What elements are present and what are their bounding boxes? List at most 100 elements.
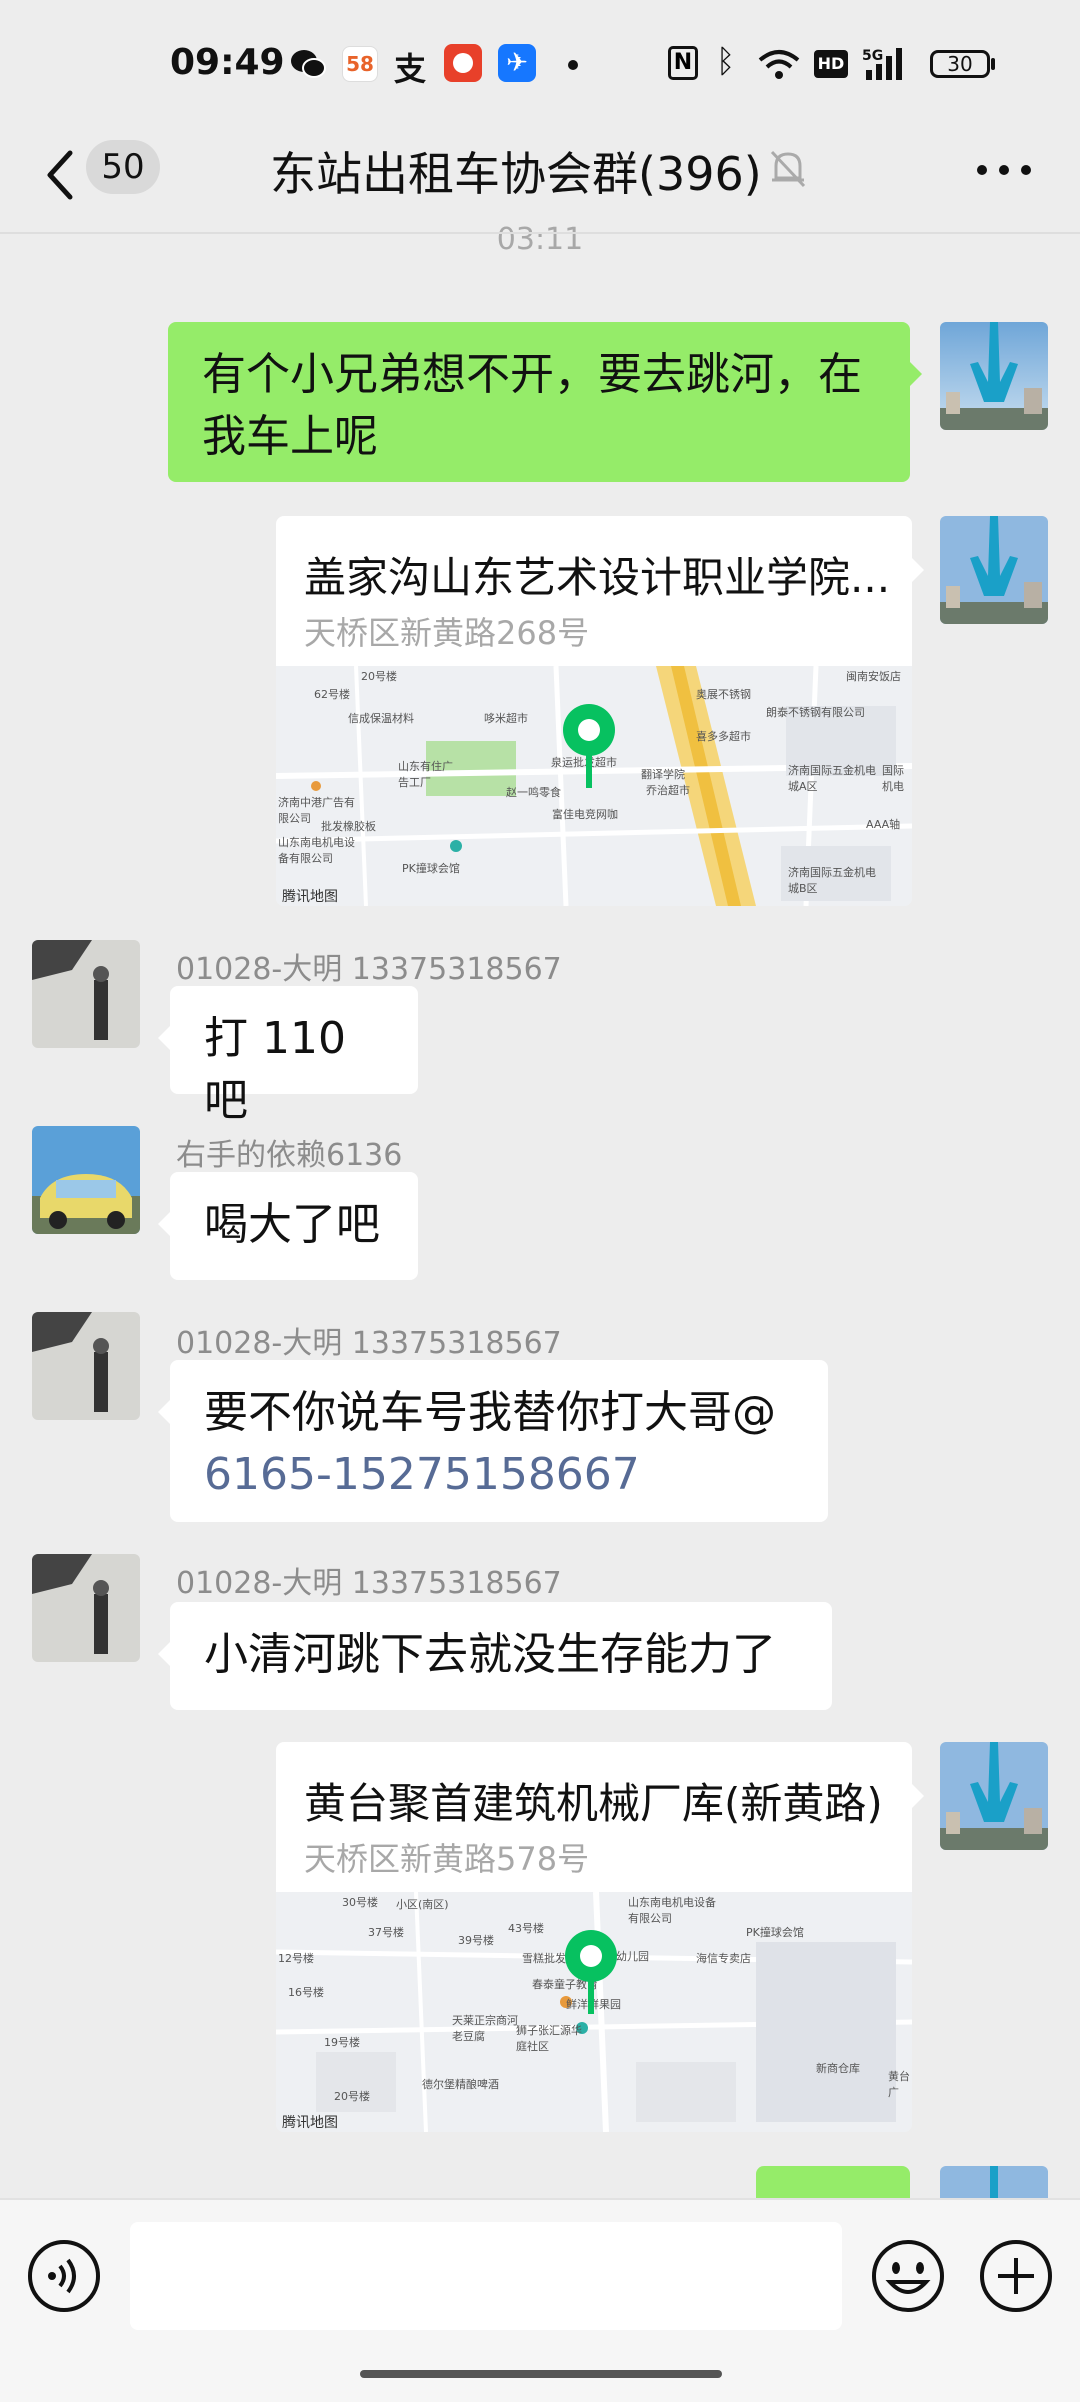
map-label: 闽南安饭店 (846, 670, 901, 683)
map-label: 16号楼 (288, 1986, 324, 1999)
bubble-tail (910, 556, 924, 584)
location-card[interactable]: 黄台聚首建筑机械厂库(新黄路) 天桥区新黄路578号 30号楼 小区(南区) 3… (276, 1742, 912, 2132)
my-avatar-partial (940, 2166, 1048, 2202)
message-text: 喝大了吧 (204, 1199, 380, 1250)
message-text-line: 要不你说车号我替你打大哥@ (204, 1387, 776, 1438)
wechat-icon (291, 50, 326, 78)
message-timestamp: 03:11 (496, 222, 584, 252)
app-red-icon (444, 44, 482, 82)
location-map[interactable]: 30号楼 小区(南区) 37号楼 39号楼 43号楼 山东南电机电设备有限公司 … (276, 1892, 912, 2132)
message-input[interactable] (130, 2222, 842, 2330)
header-divider (0, 232, 1080, 234)
map-label: 山东南电机电设备有限公司 (278, 836, 355, 865)
battery-tip (991, 58, 995, 70)
more-icon[interactable] (976, 164, 1032, 176)
mention-link[interactable]: 6165-15275158667 (204, 1444, 794, 1506)
voice-icon[interactable] (26, 2238, 102, 2314)
hd-icon: HD (814, 50, 848, 78)
emoji-icon[interactable] (870, 2238, 946, 2314)
map-label: 幼儿园 (616, 1950, 649, 1963)
my-avatar[interactable] (940, 322, 1048, 430)
sent-text-bubble[interactable]: 有个小兄弟想不开，要去跳河，在 我车上呢 (168, 322, 910, 482)
travel-app-icon: ✈ (498, 44, 536, 82)
wifi-icon (758, 50, 800, 79)
signal-5g-icon: 5G (862, 48, 902, 80)
battery-indicator: 30 (930, 50, 990, 78)
map-label: 济南国际五金机电城B区 (788, 866, 876, 895)
map-label: 12号楼 (278, 1952, 314, 1965)
received-text-bubble[interactable]: 要不你说车号我替你打大哥@ 6165-15275158667 (170, 1360, 828, 1522)
map-label: 赵一鸣零食 (506, 786, 561, 799)
location-card[interactable]: 盖家沟山东艺术设计职业学院... 天桥区新黄路268号 20号楼 62号楼 信成… (276, 516, 912, 906)
map-pin-icon (565, 1930, 617, 2014)
location-title: 黄台聚首建筑机械厂库(新黄路) (304, 1779, 883, 1828)
map-label: 德尔堡精酿啤酒 (422, 2078, 499, 2091)
member-avatar[interactable] (32, 940, 140, 1048)
bubble-tail (158, 1024, 172, 1052)
sender-name: 01028-大明 13375318567 (176, 1326, 562, 1361)
location-title: 盖家沟山东艺术设计职业学院... (304, 553, 891, 602)
back-icon[interactable] (40, 145, 80, 205)
sender-name: 右手的依赖6136 (176, 1138, 403, 1173)
more-notifications-dot (568, 60, 578, 70)
home-indicator[interactable] (360, 2370, 722, 2378)
map-pin-icon (563, 704, 615, 788)
map-label: 黄台广 (888, 2070, 910, 2099)
location-address: 天桥区新黄路268号 (304, 614, 590, 652)
svg-text:5G: 5G (862, 48, 883, 64)
map-label: 小区(南区) (396, 1898, 449, 1911)
status-time: 09:49 (170, 42, 285, 83)
location-map[interactable]: 20号楼 62号楼 信成保温材料 哆米超市 奥展不锈钢 朗泰不锈钢有限公司 喜多… (276, 666, 912, 906)
bubble-tail (158, 1210, 172, 1238)
map-provider-label: 腾讯地图 (282, 889, 338, 905)
member-avatar[interactable] (32, 1126, 140, 1234)
map-label: 海信专卖店 (696, 1952, 751, 1965)
message-text-line: 我车上呢 (202, 411, 378, 462)
bubble-tail (158, 1640, 172, 1668)
sender-name: 01028-大明 13375318567 (176, 952, 562, 987)
map-label: 新商仓库 (816, 2062, 860, 2075)
map-label: 乔治超市 (646, 784, 690, 797)
sent-text-bubble-partial (756, 2166, 910, 2202)
sender-name: 01028-大明 13375318567 (176, 1566, 562, 1601)
location-address: 天桥区新黄路578号 (304, 1840, 590, 1878)
received-text-bubble[interactable]: 打 110 吧 (170, 986, 418, 1126)
map-label: 济南国际五金机电城A区 (788, 764, 876, 793)
map-label: 62号楼 (314, 688, 350, 701)
my-avatar[interactable] (940, 516, 1048, 624)
map-label: 20号楼 (361, 670, 397, 683)
map-label: AAA轴 (866, 818, 901, 831)
nfc-icon: N (668, 46, 698, 80)
received-text-bubble[interactable]: 小清河跳下去就没生存能力了 (170, 1602, 832, 1710)
map-label: 哆米超市 (484, 712, 528, 725)
status-bar (0, 0, 1080, 130)
map-label: 富佳电竞网咖 (552, 808, 618, 821)
member-avatar[interactable] (32, 1554, 140, 1662)
map-label: 19号楼 (324, 2036, 360, 2049)
bluetooth-icon: ᛒ (716, 42, 736, 80)
map-label: 朗泰不锈钢有限公司 (766, 706, 865, 719)
map-label: 20号楼 (334, 2090, 370, 2103)
map-label: 奥展不锈钢 (696, 688, 751, 701)
map-label: PK撞球会馆 (746, 1926, 804, 1939)
chat-title: 东站出租车协会群(396) (270, 147, 762, 201)
map-label: 30号楼 (342, 1896, 378, 1909)
received-text-bubble[interactable]: 喝大了吧 (170, 1172, 418, 1280)
map-label: 喜多多超市 (696, 730, 751, 743)
map-label: PK撞球会馆 (402, 862, 460, 875)
map-label: 37号楼 (368, 1926, 404, 1939)
message-text: 小清河跳下去就没生存能力了 (204, 1629, 776, 1680)
map-label: 43号楼 (508, 1922, 544, 1935)
map-label: 山东南电机电设备有限公司 (628, 1896, 716, 1925)
unread-count-badge[interactable]: 50 (86, 140, 160, 194)
bubble-tail (910, 1782, 924, 1810)
my-avatar[interactable] (940, 1742, 1048, 1850)
map-label: 国际机电 (882, 764, 904, 793)
map-provider-label: 腾讯地图 (282, 2115, 338, 2131)
member-avatar[interactable] (32, 1312, 140, 1420)
map-label: 天莱正宗商河老豆腐 (452, 2014, 518, 2043)
message-text-line: 有个小兄弟想不开，要去跳河，在 (202, 349, 862, 400)
app-58-icon: 58 (342, 46, 378, 82)
plus-icon[interactable] (978, 2238, 1054, 2314)
message-text: 打 110 吧 (204, 1013, 346, 1126)
